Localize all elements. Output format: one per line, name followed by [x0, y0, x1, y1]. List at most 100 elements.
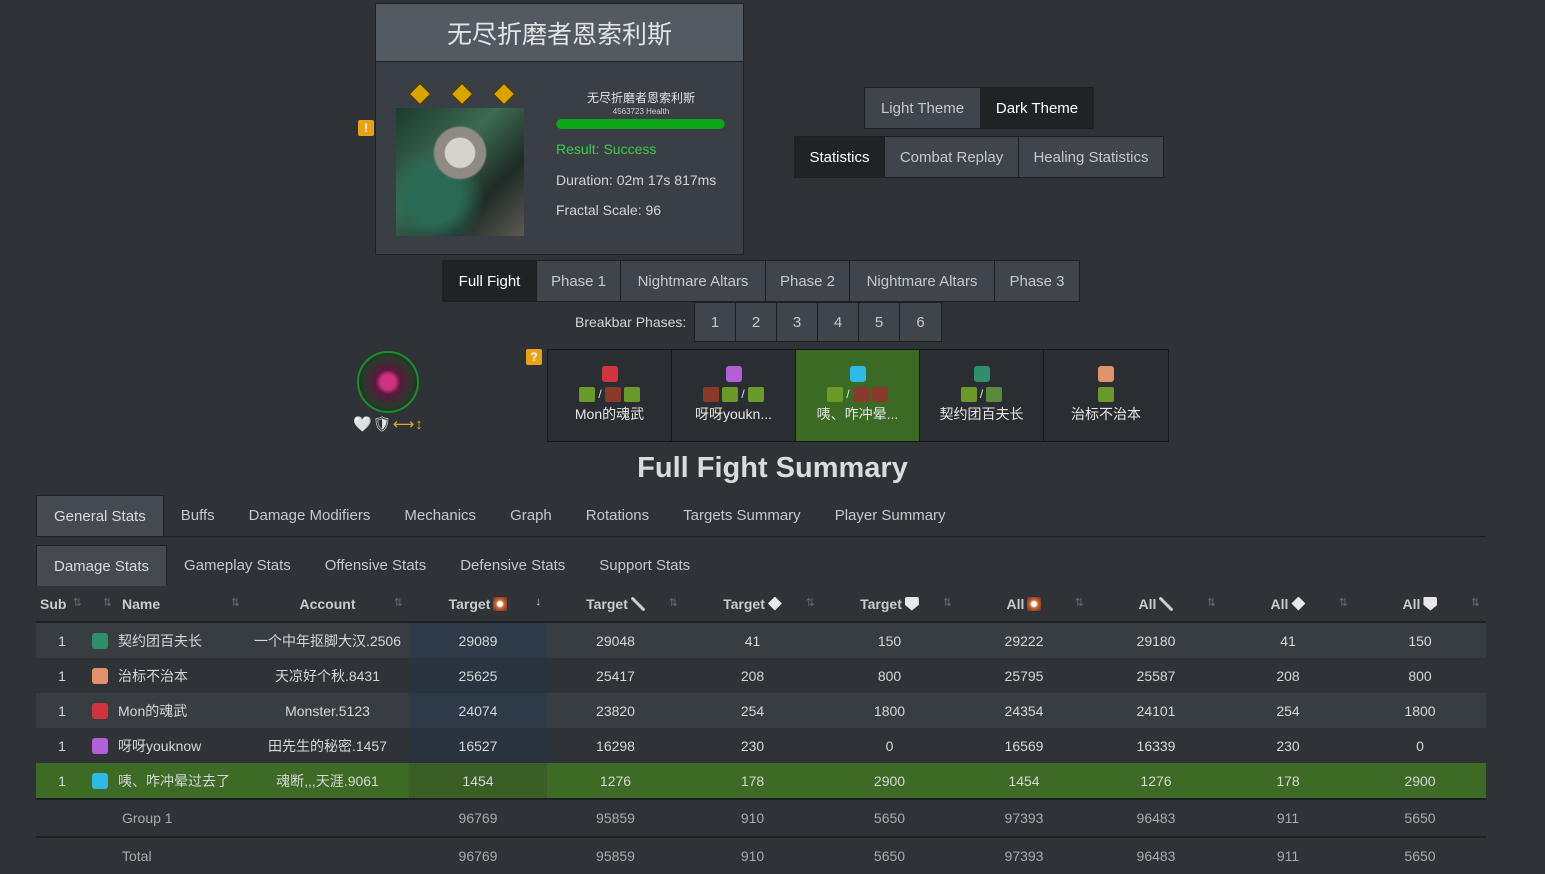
stat-cell: 208 [1222, 658, 1354, 693]
player-name: Mon的魂武 [118, 702, 188, 719]
boss-target-icon[interactable] [357, 351, 419, 413]
fractal-scale-text: Fractal Scale: 96 [556, 202, 662, 218]
tab-player-summary[interactable]: Player Summary [818, 495, 963, 536]
healing-statistics-button[interactable]: Healing Statistics [1019, 137, 1163, 177]
stat-cell: 16339 [1090, 728, 1222, 763]
phase-nightmare-altars-1[interactable]: Nightmare Altars [621, 261, 766, 301]
table-row[interactable]: 1 治标不治本 天凉好个秋.8431 25625 25417 208 800 25795 255… [36, 658, 1486, 693]
col-account[interactable]: Account ⇅ [246, 586, 409, 623]
account-cell: 田先生的秘密.1457 [246, 728, 409, 763]
phase-selector: Full Fight Phase 1 Nightmare Altars Phas… [442, 260, 1080, 302]
phase-nightmare-altars-2[interactable]: Nightmare Altars [850, 261, 995, 301]
player-name: 治标不治本 [1071, 406, 1141, 422]
breakbar-phase-button[interactable]: 3 [777, 303, 818, 341]
footer-stat-cell: 95859 [547, 836, 684, 874]
phase-full-fight[interactable]: Full Fight [443, 261, 537, 301]
tab-support-stats[interactable]: Support Stats [582, 545, 707, 586]
tab-offensive-stats[interactable]: Offensive Stats [308, 545, 443, 586]
col-target-breakbar[interactable]: Target ⇅ [821, 586, 958, 623]
stat-cell: 29180 [1090, 622, 1222, 658]
breakbar-phase-button[interactable]: 6 [900, 303, 941, 341]
stat-cell: 25625 [409, 658, 547, 693]
profession-icon [849, 366, 866, 382]
help-icon[interactable]: ? [526, 349, 542, 365]
combat-replay-button[interactable]: Combat Replay [885, 137, 1019, 177]
tab-damage-modifiers[interactable]: Damage Modifiers [232, 495, 388, 536]
breakbar-phase-button[interactable]: 1 [695, 303, 736, 341]
footer-stat-cell: 5650 [821, 836, 958, 874]
col-sub[interactable]: Sub ⇅ [36, 586, 88, 623]
sort-icon: ⇅ [805, 597, 815, 609]
col-target-cc[interactable]: Target ⇅ [684, 586, 821, 623]
stat-cell: 800 [821, 658, 958, 693]
phase-2-button[interactable]: Phase 2 [766, 261, 850, 301]
table-row[interactable]: 1 呀呀youknow 田先生的秘密.1457 16527 16298 230 0 16569… [36, 728, 1486, 763]
phase-3-button[interactable]: Phase 3 [995, 261, 1079, 301]
table-row[interactable]: 1 咦、咋冲晕过去了 魂断,,,天涯.9061 1454 1276 178 2900 1454… [36, 763, 1486, 799]
player-card-selected[interactable]: / 咦、咋冲晕... [796, 350, 920, 441]
stat-cell: 1800 [821, 693, 958, 728]
stat-cell: 254 [1222, 693, 1354, 728]
main-tabs: General Stats Buffs Damage Modifiers Mec… [36, 495, 1486, 537]
tab-buffs[interactable]: Buffs [164, 495, 232, 536]
header-label: Target [723, 595, 765, 612]
player-card[interactable]: / 呀呀youkn... [672, 350, 796, 441]
tab-graph[interactable]: Graph [493, 495, 569, 536]
player-card[interactable]: / 契约团百夫长 [920, 350, 1044, 441]
col-name[interactable]: Name ⇅ [118, 586, 246, 623]
breakbar-phase-button[interactable]: 2 [736, 303, 777, 341]
name-cell: Mon的魂武 [88, 693, 246, 728]
tab-defensive-stats[interactable]: Defensive Stats [443, 545, 582, 586]
breakbar-phase-button[interactable]: 4 [818, 303, 859, 341]
profession-icon [92, 702, 108, 719]
breakbar-icon [904, 596, 919, 611]
col-all-breakbar[interactable]: All ⇅ [1354, 586, 1486, 623]
tab-gameplay-stats[interactable]: Gameplay Stats [167, 545, 308, 586]
col-target-power[interactable]: Target ⇅ [547, 586, 684, 623]
weapon-icon [852, 386, 869, 402]
stat-cell: 1454 [958, 763, 1090, 799]
stat-cell: 1454 [409, 763, 547, 799]
player-name: Mon的魂武 [574, 406, 645, 422]
crowd-control-icon [767, 596, 782, 611]
stat-cell: 1276 [547, 763, 684, 799]
sub-cell: 1 [36, 658, 88, 693]
breakbar-phase-button[interactable]: 5 [859, 303, 900, 341]
tab-rotations[interactable]: Rotations [569, 495, 666, 536]
warning-icon[interactable]: ! [358, 120, 374, 136]
weapon-sets: / [960, 386, 1003, 402]
stat-cell: 178 [684, 763, 821, 799]
tab-general-stats[interactable]: General Stats [36, 495, 164, 536]
tab-damage-stats[interactable]: Damage Stats [36, 545, 168, 586]
col-target-all[interactable]: Target ↓ [409, 586, 547, 623]
col-profession[interactable]: ⇅ [88, 586, 118, 623]
footer-stat-cell: 910 [684, 836, 821, 874]
col-all-all[interactable]: All ⇅ [958, 586, 1090, 623]
stat-cell: 0 [821, 728, 958, 763]
footer-stat-cell: 911 [1222, 798, 1354, 837]
footer-stat-cell: 910 [684, 798, 821, 837]
profession-icon [92, 667, 108, 684]
footer-stat-cell: 5650 [1354, 798, 1486, 837]
statistics-button[interactable]: Statistics [795, 137, 885, 177]
tab-targets-summary[interactable]: Targets Summary [666, 495, 818, 536]
table-row[interactable]: 1 契约团百夫长 一个中年抠脚大汉.2506 29089 29048 41 150 29222… [36, 622, 1486, 658]
player-card[interactable]: / Mon的魂武 [548, 350, 672, 441]
weapon-sets: / [827, 386, 888, 402]
stat-cell: 24354 [958, 693, 1090, 728]
footer-stat-cell: 96769 [409, 836, 547, 874]
col-all-power[interactable]: All ⇅ [1090, 586, 1222, 623]
player-card[interactable]: 治标不治本 [1044, 350, 1168, 441]
phase-1-button[interactable]: Phase 1 [537, 261, 621, 301]
emblem-icon [408, 82, 432, 106]
dark-theme-button[interactable]: Dark Theme [981, 88, 1093, 128]
table-row[interactable]: 1 Mon的魂武 Monster.5123 24074 23820 254 1800 2435… [36, 693, 1486, 728]
light-theme-button[interactable]: Light Theme [865, 88, 981, 128]
weapon-icon [827, 386, 844, 402]
stat-cell: 208 [684, 658, 821, 693]
account-cell: 一个中年抠脚大汉.2506 [246, 622, 409, 658]
footer-label: Total [88, 836, 409, 874]
stat-cell: 16527 [409, 728, 547, 763]
tab-mechanics[interactable]: Mechanics [387, 495, 493, 536]
col-all-cc[interactable]: All ⇅ [1222, 586, 1354, 623]
